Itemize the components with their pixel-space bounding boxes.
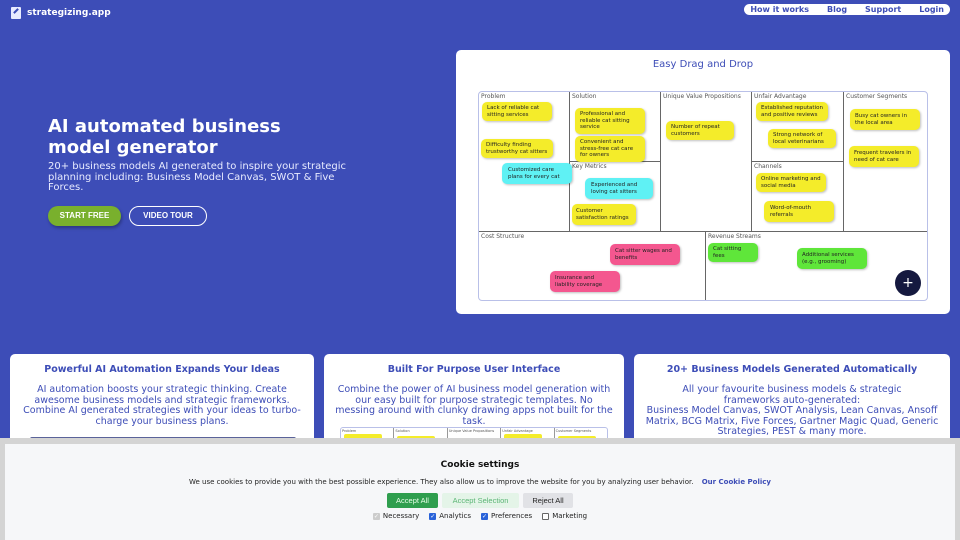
cell-label: Revenue Streams: [708, 233, 761, 240]
checkbox-analytics[interactable]: ✓ Analytics: [429, 512, 471, 520]
checkbox-icon[interactable]: ✓: [481, 512, 489, 520]
feature-title: 20+ Business Models Generated Automatica…: [666, 364, 918, 375]
sticky-note[interactable]: Additional services (e.g., grooming): [797, 248, 867, 269]
sticky-note[interactable]: Online marketing and social media: [756, 173, 826, 192]
logo-icon: [11, 7, 21, 19]
sticky-note[interactable]: Difficulty finding trustworthy cat sitte…: [481, 139, 553, 158]
sticky-note[interactable]: Frequent travelers in need of cat care: [849, 146, 919, 167]
sticky-note[interactable]: Word-of-mouth referrals: [764, 201, 834, 222]
feature-text: All your favourite business models & str…: [682, 384, 902, 406]
cell-label: Solution: [572, 93, 597, 100]
demo-panel: Easy Drag and Drop Problem Solution Key …: [456, 50, 950, 314]
hero-section: AI automated business model generator 20…: [48, 116, 348, 226]
nav-support[interactable]: Support: [865, 5, 901, 14]
feature-text-models: Business Model Canvas, SWOT Analysis, Le…: [645, 405, 939, 437]
video-tour-button[interactable]: VIDEO TOUR: [129, 205, 207, 226]
hero-title: AI automated business model generator: [48, 116, 281, 158]
sticky-note[interactable]: Experienced and loving cat sitters: [585, 178, 653, 199]
feature-text: Combine the power of AI business model g…: [335, 384, 613, 427]
lean-canvas: Problem Solution Key Metrics Unique Valu…: [478, 91, 928, 301]
cell-label: Unique Value Propositions: [663, 93, 741, 100]
add-note-button[interactable]: +: [895, 270, 921, 296]
feature-title: Built For Purpose User Interface: [387, 364, 561, 375]
hero-subtitle: 20+ business models AI generated to insp…: [48, 161, 346, 193]
sticky-note[interactable]: Cat sitter wages and benefits: [610, 244, 680, 265]
sticky-note[interactable]: Insurance and liability coverage: [550, 271, 620, 292]
cookie-text: We use cookies to provide you with the b…: [189, 478, 694, 486]
sticky-note[interactable]: Busy cat owners in the local area: [850, 109, 920, 130]
nav-how-it-works[interactable]: How it works: [750, 5, 809, 14]
nav-login[interactable]: Login: [919, 5, 944, 14]
nav-blog[interactable]: Blog: [827, 5, 847, 14]
accept-selection-button[interactable]: Accept Selection: [442, 493, 519, 508]
accept-all-button[interactable]: Accept All: [387, 493, 438, 508]
checkbox-icon: ✓: [372, 512, 380, 520]
cell-label: Problem: [481, 93, 506, 100]
checkbox-preferences[interactable]: ✓ Preferences: [481, 512, 532, 520]
checkbox-icon[interactable]: [542, 512, 550, 520]
sticky-note[interactable]: Strong network of local veterinarians: [768, 129, 836, 148]
start-free-button[interactable]: START FREE: [48, 205, 121, 226]
feature-text: AI automation boosts your strategic thin…: [23, 384, 301, 427]
cookie-policy-link[interactable]: Our Cookie Policy: [702, 478, 771, 486]
cookie-banner-overlay: Cookie settings We use cookies to provid…: [0, 438, 960, 540]
sticky-note[interactable]: Number of repeat customers: [666, 121, 734, 140]
cell-uvp: Unique Value Propositions: [661, 92, 752, 232]
main-nav: How it works Blog Support Login: [744, 4, 950, 15]
demo-title: Easy Drag and Drop: [652, 59, 754, 70]
sticky-note[interactable]: Established reputation and positive revi…: [756, 102, 828, 121]
sticky-note[interactable]: Customized care plans for every cat: [502, 163, 572, 184]
cell-label: Channels: [754, 163, 782, 170]
sticky-note[interactable]: Convenient and stress-free cat care for …: [575, 136, 645, 162]
cell-label: Cost Structure: [481, 233, 525, 240]
reject-all-button[interactable]: Reject All: [523, 493, 573, 508]
top-bar: strategizing.app How it works Blog Suppo…: [0, 0, 960, 24]
cookie-title: Cookie settings: [440, 460, 520, 470]
feature-title: Powerful AI Automation Expands Your Idea…: [44, 364, 280, 375]
sticky-note[interactable]: Cat sitting fees: [708, 243, 758, 262]
cookie-banner: Cookie settings We use cookies to provid…: [5, 444, 955, 540]
checkbox-icon[interactable]: ✓: [429, 512, 437, 520]
sticky-note[interactable]: Professional and reliable cat sitting se…: [575, 108, 645, 134]
checkbox-marketing[interactable]: Marketing: [542, 512, 587, 520]
sticky-note[interactable]: Lack of reliable cat sitting services: [482, 102, 552, 121]
brand-logo[interactable]: strategizing.app: [11, 7, 111, 19]
sticky-note[interactable]: Customer satisfaction ratings: [572, 204, 636, 225]
cell-label: Unfair Advantage: [754, 93, 807, 100]
brand-name: strategizing.app: [27, 8, 111, 18]
cell-label: Key Metrics: [572, 163, 607, 170]
checkbox-necessary: ✓ Necessary: [372, 512, 420, 520]
plus-icon: +: [902, 275, 914, 291]
cell-label: Customer Segments: [846, 93, 908, 100]
